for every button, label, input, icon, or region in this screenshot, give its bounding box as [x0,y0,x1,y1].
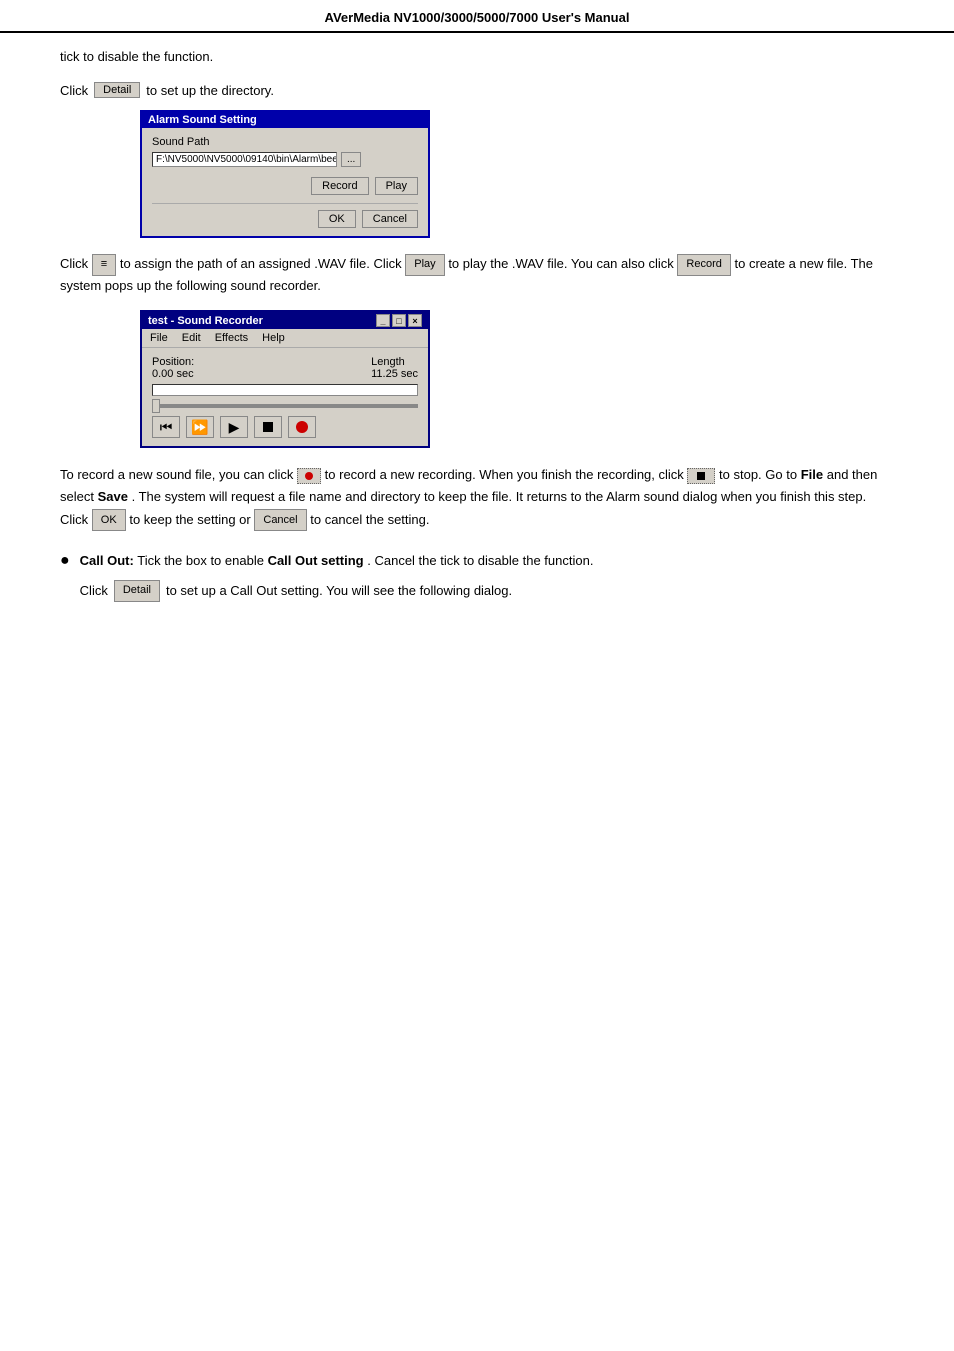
page-container: AVerMedia NV1000/3000/5000/7000 User's M… [0,0,954,1351]
header-title: AVerMedia NV1000/3000/5000/7000 User's M… [325,10,630,25]
position-group: Position: 0.00 sec [152,356,194,380]
bullet-dot: ● [60,551,70,572]
callout-bold-label: Call Out: [80,553,134,568]
menu-effects[interactable]: Effects [215,332,248,344]
alarm-dialog-title: Alarm Sound Setting [142,112,428,128]
detail-sub-button[interactable]: Detail [114,580,160,602]
content-area: tick to disable the function. Click Deta… [0,49,954,654]
disable-text: tick to disable the function. [60,49,213,64]
sub-click-prefix: Click [80,581,108,602]
sound-recorder-title: test - Sound Recorder [148,315,263,327]
record-notes-text6: to keep the setting or [129,512,250,527]
menu-file[interactable]: File [150,332,168,344]
stop-black-square [697,472,705,480]
stop-icon-inline[interactable] [687,468,715,484]
sound-recorder-menu: File Edit Effects Help [142,329,428,348]
record-icon [296,421,308,433]
bullet-text-callout: Call Out: Tick the box to enable Call Ou… [80,551,594,601]
save-bold: Save [98,489,128,504]
record-notes-text2: to record a new recording. When you fini… [325,467,684,482]
sub-click-row: Click Detail to set up a Call Out settin… [80,580,594,602]
record-notes-text3: to stop. Go to [719,467,797,482]
menu-edit[interactable]: Edit [182,332,201,344]
alarm-record-button[interactable]: Record [311,177,368,195]
alarm-sound-dialog: Alarm Sound Setting Sound Path F:\NV5000… [140,110,430,238]
record-notes-text1: To record a new sound file, you can clic… [60,467,293,482]
length-value: 11.25 sec [371,368,418,380]
alarm-dialog-body: Sound Path F:\NV5000\NV5000\09140\bin\Al… [142,128,428,236]
alarm-browse-button[interactable]: ... [341,152,361,167]
stop-button[interactable] [254,416,282,438]
stop-icon [263,422,273,432]
record-icon-inline[interactable] [297,468,321,484]
browse-icon-inline[interactable]: ≡ [92,254,116,276]
play-record-para: Click ≡ to assign the path of an assigne… [60,254,894,296]
position-value: 0.00 sec [152,368,194,380]
callout-setting-bold: Call Out setting [268,553,364,568]
slider-handle[interactable] [152,399,160,413]
click-prefix: Click [60,83,88,98]
alarm-ok-cancel-row: OK Cancel [152,203,418,228]
record-notes-para: To record a new sound file, you can clic… [60,464,894,531]
sound-recorder-dialog: test - Sound Recorder _ □ × File Edit Ef… [140,310,430,448]
alarm-cancel-button[interactable]: Cancel [362,210,418,228]
cancel-button-inline[interactable]: Cancel [254,509,306,532]
file-bold: File [801,467,823,482]
record-red-dot [305,472,313,480]
intro-text: tick to disable the function. [60,49,894,64]
minimize-button[interactable]: _ [376,314,390,327]
detail-button-inline[interactable]: Detail [94,82,140,98]
play-button[interactable]: ▶ [220,416,248,438]
recorder-slider-row [152,404,418,408]
alarm-path-row: F:\NV5000\NV5000\09140\bin\Alarm\beep.w … [152,152,418,167]
ok-button-inline[interactable]: OK [92,509,126,532]
click-suffix: to set up the directory. [146,83,274,98]
record-circle-button[interactable] [288,416,316,438]
recorder-info-row: Position: 0.00 sec Length 11.25 sec [152,356,418,380]
click-detail-row: Click Detail to set up the directory. [60,82,894,98]
callout-text1: Tick the box to enable [137,553,267,568]
alarm-btn-row: Record Play [152,177,418,195]
length-group: Length 11.25 sec [371,356,418,380]
close-button[interactable]: × [408,314,422,327]
sound-path-label: Sound Path [152,136,418,148]
para1-text2: to assign the path of an assigned .WAV f… [120,256,402,271]
callout-text2: . Cancel the tick to disable the functio… [367,553,593,568]
page-header: AVerMedia NV1000/3000/5000/7000 User's M… [0,0,954,33]
para1-text1: Click [60,256,88,271]
position-label: Position: [152,356,194,368]
maximize-button[interactable]: □ [392,314,406,327]
record-button-inline[interactable]: Record [677,254,730,276]
play-button-inline[interactable]: Play [405,254,444,276]
recorder-progress-bar [152,384,418,396]
bullet-item-callout: ● Call Out: Tick the box to enable Call … [60,551,894,601]
titlebar-controls: _ □ × [376,314,422,327]
para1-text3: to play the .WAV file. You can also clic… [448,256,673,271]
sub-click-text: to set up a Call Out setting. You will s… [166,581,512,602]
recorder-slider[interactable] [152,404,418,408]
sound-recorder-titlebar: test - Sound Recorder _ □ × [142,312,428,329]
alarm-ok-button[interactable]: OK [318,210,356,228]
fast-forward-button[interactable]: ⏩ [186,416,214,438]
sound-recorder-body: Position: 0.00 sec Length 11.25 sec [142,348,428,446]
alarm-path-input[interactable]: F:\NV5000\NV5000\09140\bin\Alarm\beep.w [152,152,337,167]
recorder-controls: ⏮ ⏩ ▶ [152,416,418,438]
alarm-play-button[interactable]: Play [375,177,418,195]
record-notes-text7: to cancel the setting. [310,512,429,527]
bullet-section: ● Call Out: Tick the box to enable Call … [60,551,894,601]
rewind-button[interactable]: ⏮ [152,416,180,438]
length-label: Length [371,356,405,368]
menu-help[interactable]: Help [262,332,285,344]
